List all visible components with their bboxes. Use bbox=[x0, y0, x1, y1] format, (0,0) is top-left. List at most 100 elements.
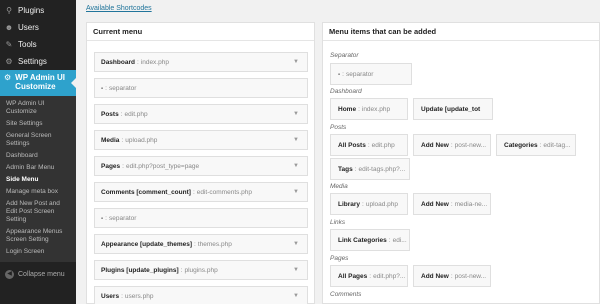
menu-row[interactable]: Plugins [update_plugins]: plugins.php ▼ bbox=[94, 260, 308, 280]
menu-row-value: themes.php bbox=[197, 240, 232, 248]
addable-item-name: Update [update_tot bbox=[421, 105, 481, 113]
menu-row[interactable]: Appearance [update_themes]: themes.php ▼ bbox=[94, 234, 308, 254]
addable-item-separator: : bbox=[450, 141, 453, 149]
addable-menu-item[interactable]: All Posts: edit.php bbox=[330, 134, 408, 156]
menu-row[interactable]: -: separator bbox=[94, 78, 308, 98]
category-label: Comments bbox=[330, 291, 362, 298]
menu-row[interactable]: -: separator bbox=[94, 208, 308, 228]
menu-row[interactable]: Comments [comment_count]: edit-comments.p… bbox=[94, 182, 308, 202]
expand-arrow-icon[interactable]: ▼ bbox=[293, 189, 299, 195]
expand-arrow-icon[interactable]: ▼ bbox=[293, 59, 299, 65]
addable-item-value: post-new... bbox=[454, 141, 487, 149]
collapse-arrow-icon: ◀ bbox=[5, 270, 14, 279]
sidebar-item-label: Plugins bbox=[18, 6, 45, 15]
submenu-item[interactable]: Site Settings bbox=[0, 118, 76, 130]
submenu-item[interactable]: Login Screen bbox=[0, 246, 76, 258]
addable-menu-item[interactable]: All Pages: edit.php?... bbox=[330, 265, 408, 287]
addable-item-value: edit-tag... bbox=[543, 141, 571, 149]
menu-row-separator: : bbox=[105, 84, 107, 92]
sidebar-item-plugins[interactable]: ⚲ Plugins bbox=[0, 2, 76, 19]
settings-icon: ⚙ bbox=[5, 56, 13, 66]
menu-row[interactable]: Posts: edit.php ▼ bbox=[94, 104, 308, 124]
collapse-menu-button[interactable]: ◀ Collapse menu bbox=[0, 270, 65, 279]
addable-item-separator: : bbox=[354, 165, 357, 173]
available-shortcodes-link[interactable]: Available Shortcodes bbox=[86, 5, 152, 12]
menu-row-name: Comments [comment_count] bbox=[101, 188, 191, 196]
expand-arrow-icon[interactable]: ▼ bbox=[293, 137, 299, 143]
addable-item-value: index.php bbox=[361, 105, 391, 113]
addable-menu-item[interactable]: Library: upload.php bbox=[330, 193, 408, 215]
submenu-item[interactable]: Admin Bar Menu bbox=[0, 162, 76, 174]
submenu-item[interactable]: WP Admin UI Customize bbox=[0, 98, 76, 118]
menu-row-value: plugins.php bbox=[184, 266, 218, 274]
addable-menu-item[interactable]: Add New: post-new... bbox=[413, 265, 491, 287]
addable-menu-item[interactable]: Home: index.php bbox=[330, 98, 408, 120]
addable-item-name: Library bbox=[338, 200, 361, 208]
menu-row-name: Pages bbox=[101, 162, 121, 170]
category-label: Posts bbox=[330, 124, 347, 131]
sidebar-item-admin-ui-customize[interactable]: ⚙ WP Admin UI Customize bbox=[0, 70, 76, 96]
submenu-item[interactable]: Manage meta box bbox=[0, 186, 76, 198]
addable-item-name: Add New bbox=[421, 200, 449, 208]
addable-item-value: media-ne... bbox=[454, 200, 488, 208]
submenu-item-current[interactable]: Side Menu bbox=[0, 174, 76, 186]
menu-row-value: separator bbox=[108, 214, 137, 222]
expand-arrow-icon[interactable]: ▼ bbox=[293, 267, 299, 273]
sidebar-item-tools[interactable]: ✎ Tools bbox=[0, 36, 76, 53]
menu-row-value: edit-comments.php bbox=[196, 188, 253, 196]
menu-row-separator: : bbox=[192, 188, 195, 196]
menu-row-separator: : bbox=[180, 266, 183, 274]
current-menu-title: Current menu bbox=[87, 23, 314, 41]
addable-menu-item[interactable]: Link Categories: edi... bbox=[330, 229, 410, 251]
expand-arrow-icon[interactable]: ▼ bbox=[293, 111, 299, 117]
menu-row[interactable]: Media: upload.php ▼ bbox=[94, 130, 308, 150]
expand-arrow-icon[interactable]: ▼ bbox=[293, 163, 299, 169]
menu-row-name: Media bbox=[101, 136, 120, 144]
menu-row-separator: : bbox=[105, 214, 107, 222]
current-menu-panel: Current menu Dashboard: index.php ▼ -: separ… bbox=[86, 22, 315, 304]
addable-menu-item[interactable]: -: separator bbox=[330, 63, 412, 85]
expand-arrow-icon[interactable]: ▼ bbox=[293, 241, 299, 247]
menu-row[interactable]: Dashboard: index.php ▼ bbox=[94, 52, 308, 72]
menu-row-separator: : bbox=[122, 162, 124, 170]
users-icon: ☻ bbox=[4, 22, 14, 32]
addable-item-separator: : bbox=[450, 200, 453, 208]
submenu-item[interactable]: Add New Post and Edit Post Screen Settin… bbox=[0, 198, 76, 226]
addable-item-name: - bbox=[338, 70, 341, 78]
addable-item-name: Categories bbox=[504, 141, 538, 149]
sidebar-submenu: WP Admin UI Customize Site Settings Gene… bbox=[0, 96, 76, 262]
sidebar-item-settings[interactable]: ⚙ Settings bbox=[0, 53, 76, 70]
menu-row-name: - bbox=[101, 214, 104, 222]
addable-item-value: edit.php?... bbox=[373, 272, 406, 280]
submenu-item[interactable]: Appearance Menus Screen Setting bbox=[0, 226, 76, 246]
sidebar-item-users[interactable]: ☻ Users bbox=[0, 19, 76, 36]
addable-menu-item[interactable]: Add New: post-new... bbox=[413, 134, 491, 156]
tools-icon: ✎ bbox=[5, 39, 13, 49]
admin-ui-icon: ⚙ bbox=[4, 73, 12, 82]
menu-row[interactable]: Pages: edit.php?post_type=page ▼ bbox=[94, 156, 308, 176]
addable-item-name: Home bbox=[338, 105, 357, 113]
submenu-item[interactable]: General Screen Settings bbox=[0, 130, 76, 150]
addable-menu-item[interactable]: Tags: edit-tags.php?... bbox=[330, 158, 410, 180]
menu-row[interactable]: Users: users.php ▼ bbox=[94, 286, 308, 304]
addable-menu-item[interactable]: Update [update_tot bbox=[413, 98, 493, 120]
menu-row-separator: : bbox=[121, 136, 124, 144]
menu-row-name: Plugins [update_plugins] bbox=[101, 266, 179, 274]
addable-item-name: Add New bbox=[421, 141, 449, 149]
addable-menu-item[interactable]: Add New: media-ne... bbox=[413, 193, 491, 215]
addable-item-name: All Posts bbox=[338, 141, 366, 149]
addable-item-value: post-new... bbox=[454, 272, 487, 280]
addable-menu-item[interactable]: Categories: edit-tag... bbox=[496, 134, 576, 156]
menu-row-name: Appearance [update_themes] bbox=[101, 240, 193, 248]
category-label: Media bbox=[330, 183, 348, 190]
addable-item-name: Tags bbox=[338, 165, 353, 173]
addable-item-separator: : bbox=[450, 272, 453, 280]
menu-row-value: index.php bbox=[140, 58, 169, 66]
addable-item-name: All Pages bbox=[338, 272, 368, 280]
addable-item-separator: : bbox=[539, 141, 542, 149]
menu-row-value: edit.php?post_type=page bbox=[125, 162, 200, 170]
expand-arrow-icon[interactable]: ▼ bbox=[293, 293, 299, 299]
addable-item-separator: : bbox=[342, 70, 344, 78]
category-label: Separator bbox=[330, 52, 359, 59]
submenu-item[interactable]: Dashboard bbox=[0, 150, 76, 162]
